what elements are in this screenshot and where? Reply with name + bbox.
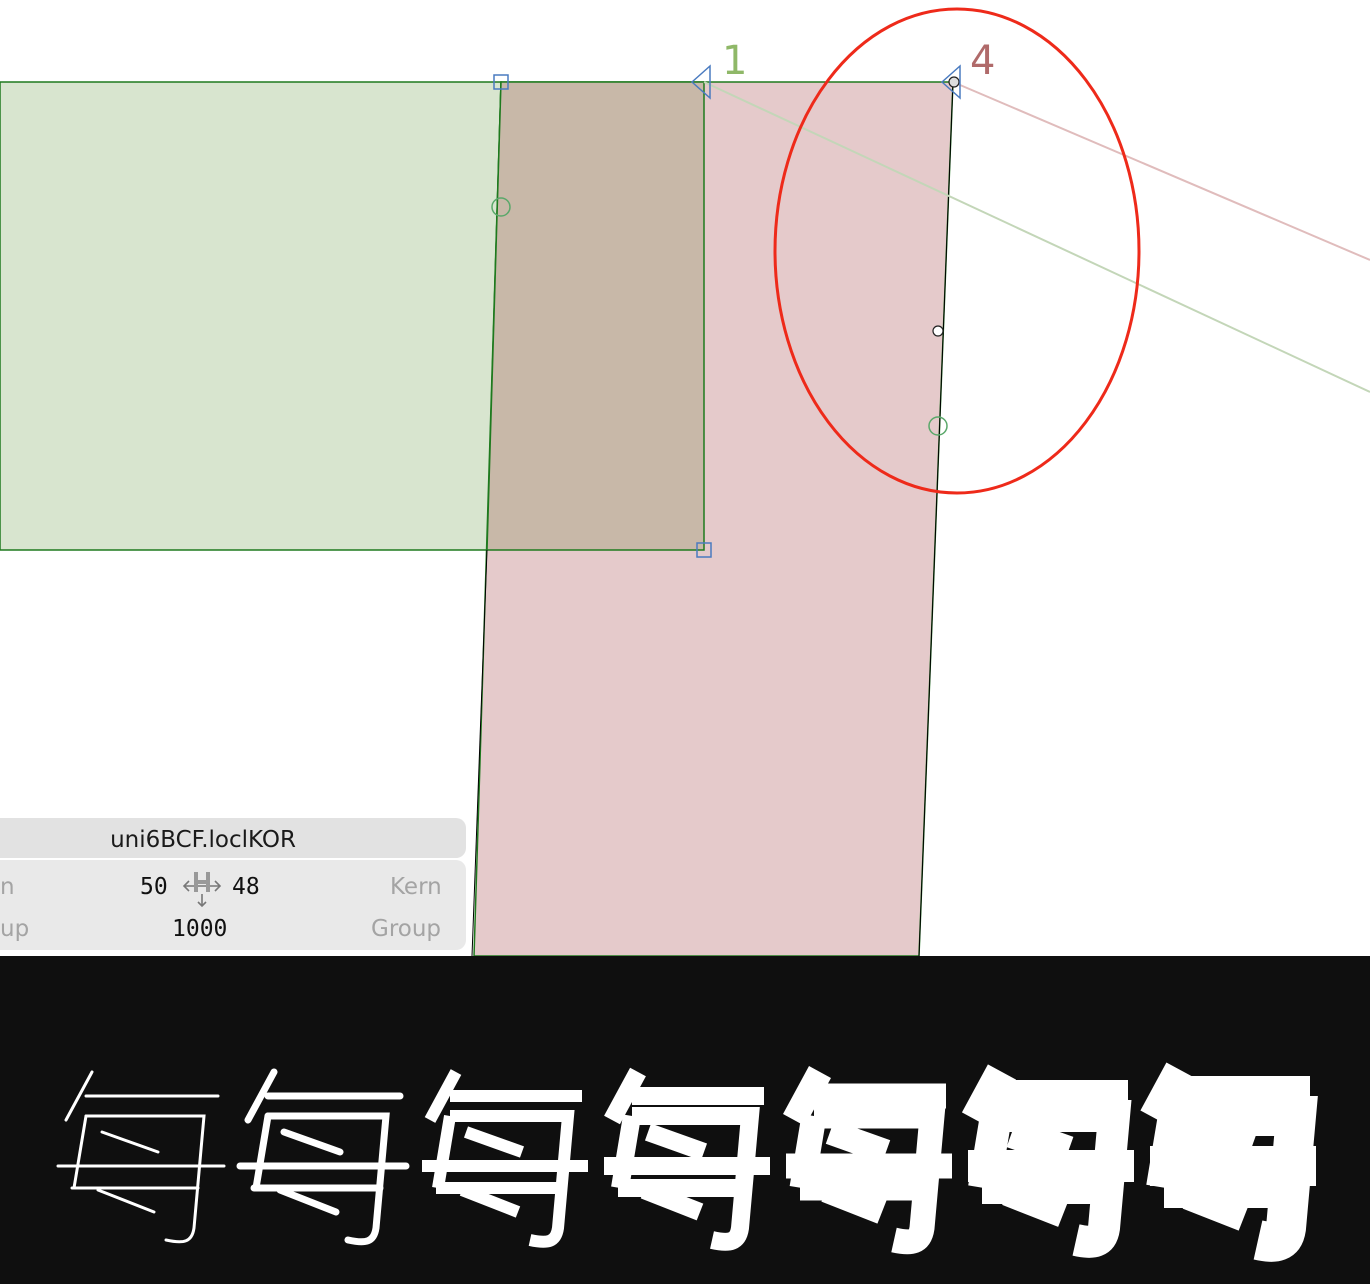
preview-stroke <box>100 1130 160 1154</box>
preview-stroke <box>825 1120 891 1164</box>
preview-stroke <box>84 1114 206 1244</box>
glyph-info-panel: uni6BCF.loclKOR n up 50 48 1000 Kern Gro… <box>0 818 466 950</box>
left-group-label: up <box>0 916 30 942</box>
direction-guide-red <box>952 81 1370 261</box>
handle-node-white[interactable] <box>932 325 944 337</box>
preview-glyph-weight-7 <box>1140 1062 1318 1262</box>
preview-stroke <box>280 1128 344 1156</box>
glyph-outline-view[interactable]: 1 4 <box>0 0 1370 956</box>
glyph-name-field[interactable]: uni6BCF.loclKOR <box>0 829 406 852</box>
horizontal-stroke-shape[interactable] <box>0 81 502 551</box>
preview-stroke <box>72 1114 88 1190</box>
glyph-name-bar[interactable]: uni6BCF.loclKOR <box>0 818 466 858</box>
right-kern-label: Kern <box>390 874 442 900</box>
preview-glyph-weight-4 <box>604 1067 770 1251</box>
left-sidebearing-field[interactable]: 50 <box>140 876 168 899</box>
advance-width-field[interactable]: 1000 <box>172 918 227 941</box>
preview-stroke <box>611 1114 641 1190</box>
path-number-label-1: 1 <box>722 38 747 84</box>
preview-glyph-weight-6 <box>961 1064 1134 1258</box>
weight-preview-strip <box>0 956 1370 1284</box>
sidebearing-arrows-icon <box>180 868 224 908</box>
preview-glyphs <box>56 1062 1318 1262</box>
preview-stroke <box>1187 1113 1257 1171</box>
overlap-region <box>486 81 705 551</box>
preview-glyph-weight-3 <box>422 1069 588 1248</box>
glyph-metrics-body: n up 50 48 1000 Kern Group <box>0 860 466 950</box>
right-sidebearing-field[interactable]: 48 <box>232 876 260 899</box>
preview-stroke <box>644 1123 708 1161</box>
preview-stroke <box>432 1115 456 1189</box>
preview-glyph-weight-1 <box>56 1070 226 1244</box>
preview-stroke <box>276 1186 340 1216</box>
path-number-label-4: 4 <box>970 38 995 84</box>
preview-stroke <box>1006 1116 1074 1168</box>
start-node-small[interactable] <box>948 76 960 88</box>
preview-stroke <box>96 1188 156 1214</box>
preview-stroke <box>252 1112 272 1192</box>
preview-glyph-weight-2 <box>236 1068 410 1246</box>
preview-stroke <box>463 1126 525 1158</box>
preview-glyph-weight-5 <box>783 1066 952 1255</box>
left-kern-label: n <box>0 874 15 900</box>
glyph-edit-canvas[interactable]: 1 4 uni6BCF.loclKOR n up 50 48 1000 Kern… <box>0 0 1370 956</box>
right-group-label: Group <box>371 916 442 942</box>
